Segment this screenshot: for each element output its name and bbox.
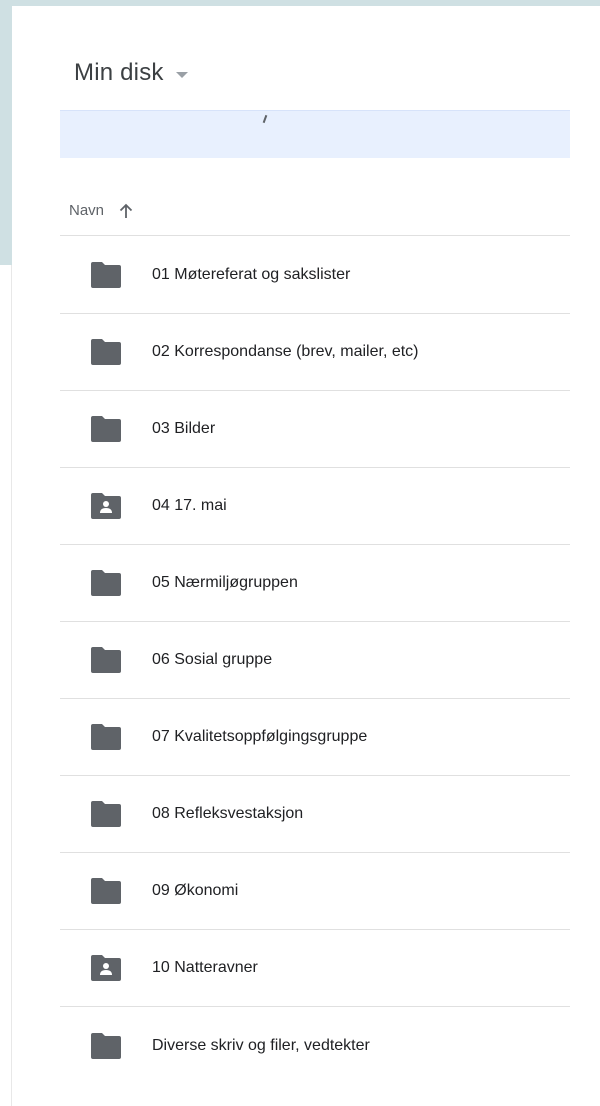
file-row[interactable]: 05 Nærmiljøgruppen	[60, 545, 570, 622]
file-row[interactable]: 08 Refleksvestaksjon	[60, 776, 570, 853]
file-row[interactable]: Diverse skriv og filer, vedtekter	[60, 1007, 570, 1084]
drive-panel: Min disk Navn 01 Møtereferat og sakslist…	[12, 6, 600, 1106]
file-name: 03 Bilder	[152, 420, 216, 437]
file-name: 07 Kvalitetsoppfølgingsgruppe	[152, 728, 368, 745]
file-row[interactable]: 01 Møtereferat og sakslister	[60, 237, 570, 314]
page-title: Min disk	[74, 59, 164, 86]
file-row[interactable]: 10 Natteravner	[60, 930, 570, 1007]
folder-icon	[91, 570, 121, 596]
file-list: 01 Møtereferat og sakslister 02 Korrespon…	[60, 237, 570, 1084]
list-header: Navn	[60, 186, 570, 236]
file-name: 10 Natteravner	[152, 959, 258, 976]
folder-icon	[91, 262, 121, 288]
my-drive-dropdown[interactable]: Min disk	[74, 59, 188, 87]
file-name: 04 17. mai	[152, 497, 227, 514]
file-row[interactable]: 07 Kvalitetsoppfølgingsgruppe	[60, 699, 570, 776]
file-name: 05 Nærmiljøgruppen	[152, 574, 298, 591]
banner-text-fragment	[262, 114, 268, 124]
caret-down-icon[interactable]	[175, 72, 188, 78]
file-name: 02 Korrespondanse (brev, mailer, etc)	[152, 343, 419, 360]
file-name: 01 Møtereferat og sakslister	[152, 266, 351, 283]
file-row[interactable]: 09 Økonomi	[60, 853, 570, 930]
info-banner	[60, 110, 570, 158]
folder-icon	[91, 724, 121, 750]
file-row[interactable]: 02 Korrespondanse (brev, mailer, etc)	[60, 314, 570, 391]
file-name: Diverse skriv og filer, vedtekter	[152, 1036, 370, 1054]
shared-folder-icon	[91, 493, 121, 519]
file-row[interactable]: 06 Sosial gruppe	[60, 622, 570, 699]
folder-icon	[91, 339, 121, 365]
file-name: 06 Sosial gruppe	[152, 651, 273, 668]
arrow-up-icon[interactable]	[118, 203, 134, 219]
background-strip	[0, 265, 12, 1106]
file-name: 08 Refleksvestaksjon	[152, 805, 304, 822]
shared-folder-icon	[91, 955, 121, 981]
folder-icon	[91, 801, 121, 827]
folder-icon	[91, 878, 121, 904]
column-header-name[interactable]: Navn	[69, 202, 104, 219]
folder-icon	[91, 1032, 121, 1059]
folder-icon	[91, 647, 121, 673]
file-name: 09 Økonomi	[152, 882, 239, 899]
folder-icon	[91, 416, 121, 442]
file-row[interactable]: 04 17. mai	[60, 468, 570, 545]
file-row[interactable]: 03 Bilder	[60, 391, 570, 468]
